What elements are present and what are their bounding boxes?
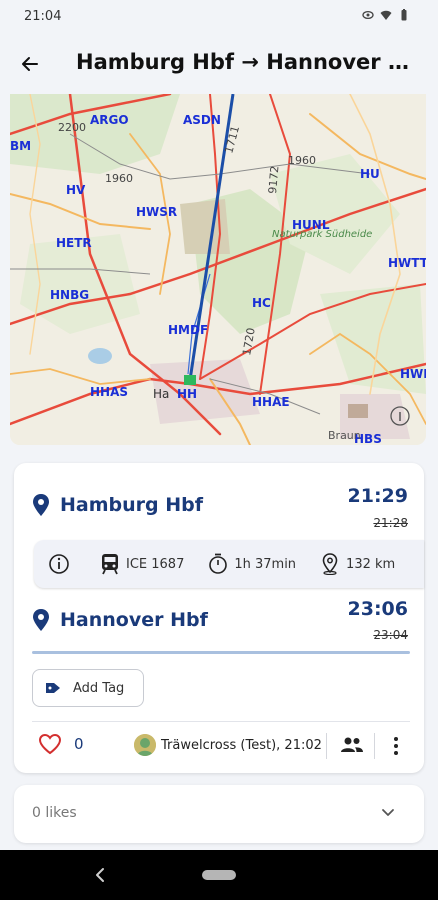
status-icons: [362, 9, 410, 21]
route-map[interactable]: ARGO ASDN BM HV HWSR HU HUNL HETR HWTT H…: [10, 94, 426, 445]
map-label: HU: [360, 167, 380, 181]
arrival-planned-time: 23:04: [373, 628, 408, 642]
more-options-button[interactable]: [388, 735, 404, 761]
map-city-label: Ha: [153, 387, 169, 401]
map-place-name: Braun: [328, 429, 361, 442]
departure-planned-time: 21:28: [373, 516, 408, 530]
info-button[interactable]: [48, 553, 76, 575]
heath-area: [180, 199, 230, 254]
map-line-number: 9172: [266, 165, 281, 194]
train-info: ICE 1687: [100, 553, 184, 575]
map-label: HH: [177, 387, 197, 401]
like-count: 0: [74, 735, 84, 753]
divider: [326, 733, 327, 759]
lake: [88, 348, 112, 364]
wifi-icon: [380, 10, 392, 20]
chevron-down-icon[interactable]: [380, 805, 396, 821]
destination-station-name[interactable]: Hannover Hbf: [60, 609, 208, 631]
map-label: HHAS: [90, 385, 128, 399]
add-tag-label: Add Tag: [73, 680, 125, 696]
origin-marker: [184, 375, 196, 385]
user-avatar-icon: [134, 734, 156, 756]
destination-row[interactable]: Hannover Hbf: [32, 609, 208, 631]
departure-time: 21:29: [347, 485, 408, 507]
status-bar: 21:04: [0, 0, 438, 34]
map-label: HWTT: [388, 256, 426, 270]
info-icon: [49, 554, 69, 574]
map-label: HHAE: [252, 395, 290, 409]
map-label: HWD: [400, 367, 426, 381]
trip-info-strip[interactable]: ICE 1687 1h 37min 132 km: [34, 540, 424, 588]
map-label: HC: [252, 296, 271, 310]
map-line-number: 2200: [58, 121, 86, 134]
likes-panel[interactable]: 0 likes: [14, 785, 424, 843]
status-time: 21:04: [24, 9, 62, 24]
map-label: BM: [10, 139, 31, 153]
map-line-number: 1960: [105, 172, 133, 185]
map-label: HV: [66, 183, 86, 197]
trip-progress-bar: [32, 651, 410, 654]
add-tag-button[interactable]: Add Tag: [32, 669, 144, 707]
origin-row[interactable]: Hamburg Hbf: [32, 494, 203, 516]
map-label: HWSR: [136, 205, 177, 219]
more-info-icon: [419, 553, 424, 575]
train-icon: [102, 554, 118, 575]
location-pin-icon: [33, 494, 49, 516]
location-pin-icon: [33, 609, 49, 631]
park-label: Naturpark Südheide: [272, 229, 372, 240]
map-line-number: 1960: [288, 154, 316, 167]
map-place-name: Naturpark Südheide: [272, 229, 372, 240]
duration-info: 1h 37min: [208, 553, 296, 575]
home-handle[interactable]: [202, 870, 236, 880]
battery-icon: [401, 9, 407, 21]
more-vertical-icon: [394, 737, 398, 755]
map-label: ARGO: [90, 113, 129, 127]
checkin-card[interactable]: Hamburg Hbf 21:29 21:28 ICE 1687 1h 37mi…: [14, 463, 424, 773]
map-label: ASDN: [183, 113, 221, 127]
visibility-button[interactable]: [340, 735, 364, 759]
heart-outline-icon: [38, 733, 62, 755]
route-distance-icon: [322, 553, 338, 575]
nav-back-icon[interactable]: [94, 866, 106, 884]
system-nav-bar: [0, 850, 438, 900]
app-bar: Hamburg Hbf → Hannover Hbf: [0, 34, 438, 94]
map-poi-icon: [348, 404, 368, 418]
trip-distance: 132 km: [346, 556, 396, 572]
train-number: ICE 1687: [126, 556, 185, 572]
map-canvas[interactable]: ARGO ASDN BM HV HWSR HU HUNL HETR HWTT H…: [10, 94, 426, 445]
user-name-time[interactable]: Träwelcross (Test), 21:02: [161, 738, 322, 753]
user-info[interactable]: Träwelcross (Test), 21:02: [134, 734, 322, 756]
page-title: Hamburg Hbf → Hannover Hbf: [76, 50, 426, 74]
arrival-time: 23:06: [347, 598, 408, 620]
timer-icon: [209, 553, 228, 574]
distance-info: 132 km: [320, 553, 395, 575]
status-footer: 0 Träwelcross (Test), 21:02: [14, 725, 424, 765]
avatar[interactable]: [134, 734, 156, 756]
group-icon: [341, 737, 363, 752]
card-divider: [32, 721, 410, 722]
arrow-left-icon: [22, 57, 38, 71]
origin-station-name[interactable]: Hamburg Hbf: [60, 494, 203, 516]
map-label: HETR: [56, 236, 92, 250]
trip-duration: 1h 37min: [234, 556, 297, 572]
tag-icon: [46, 683, 60, 693]
map-label: HNBG: [50, 288, 89, 302]
eye-icon: [362, 10, 374, 20]
divider: [374, 733, 375, 759]
map-label: HMDF: [168, 323, 208, 337]
likes-summary: 0 likes: [32, 805, 77, 821]
like-button[interactable]: 0: [38, 733, 84, 755]
back-button[interactable]: [14, 48, 46, 80]
